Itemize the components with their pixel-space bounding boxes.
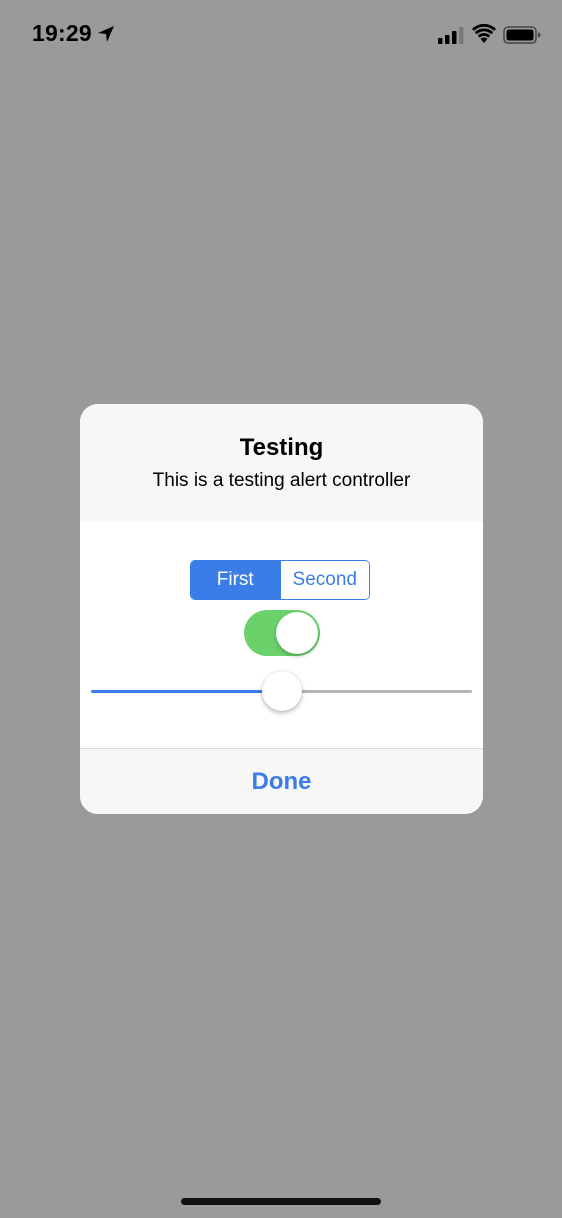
wifi-icon bbox=[472, 24, 496, 43]
location-arrow-icon bbox=[98, 26, 114, 42]
done-button[interactable]: Done bbox=[80, 749, 483, 814]
slider-thumb[interactable] bbox=[261, 671, 302, 711]
home-indicator bbox=[181, 1198, 381, 1205]
alert-title: Testing bbox=[239, 434, 324, 461]
alert-content: First Second bbox=[80, 522, 483, 748]
status-time: 19:29 bbox=[32, 20, 92, 46]
screen: 19:29 Testing This is a testing alert co… bbox=[0, 0, 562, 1218]
cellular-signal-icon bbox=[438, 27, 464, 44]
alert-message: This is a testing alert controller bbox=[152, 470, 411, 491]
segmented-control: First Second bbox=[190, 560, 370, 600]
toggle-switch[interactable] bbox=[244, 610, 320, 656]
alert-dialog: Testing This is a testing alert controll… bbox=[80, 404, 483, 814]
battery-icon bbox=[503, 26, 541, 44]
alert-header: Testing This is a testing alert controll… bbox=[80, 404, 483, 522]
slider-track-empty bbox=[281, 690, 472, 693]
slider[interactable] bbox=[91, 670, 472, 714]
slider-track-filled bbox=[91, 690, 282, 693]
status-bar: 19:29 bbox=[0, 0, 562, 70]
segment-first[interactable]: First bbox=[191, 561, 280, 599]
segment-second[interactable]: Second bbox=[279, 561, 369, 599]
toggle-knob bbox=[276, 612, 318, 654]
